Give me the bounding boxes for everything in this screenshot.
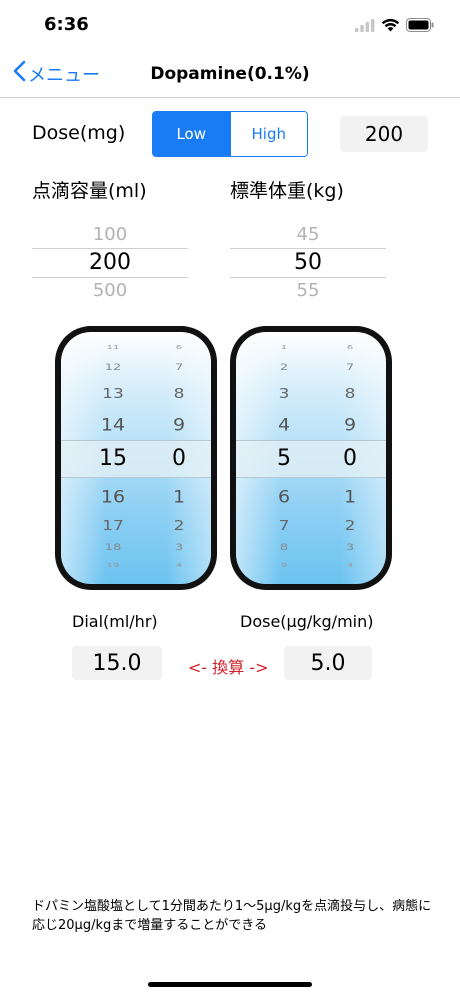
- dose-level-segmented-control: Low High: [152, 111, 308, 157]
- drum-digit: 8: [279, 542, 289, 553]
- navigation-bar: メニュー Dopamine(0.1%): [0, 50, 460, 98]
- drum-digit: 7: [174, 362, 184, 373]
- dial-rate-value: 15.0: [72, 646, 162, 680]
- home-indicator: [148, 982, 312, 987]
- drum-face: 11 12 13 14 15 16 17 18 19 678901234: [61, 332, 211, 584]
- cellular-signal-icon: [355, 17, 375, 36]
- drum-digit: 16: [100, 487, 126, 507]
- status-time: 6:36: [44, 14, 89, 35]
- drum-digit: 17: [102, 518, 124, 534]
- drum-digit: 1: [343, 487, 357, 507]
- dose-rate-value: 5.0: [284, 646, 372, 680]
- segment-low[interactable]: Low: [153, 112, 230, 156]
- status-icons: [355, 17, 434, 36]
- status-bar: 6:36: [0, 0, 460, 50]
- drum-digit: 4: [175, 562, 183, 569]
- drum-digit: 8: [344, 386, 356, 402]
- volume-picker-label: 点滴容量(ml): [32, 180, 147, 202]
- picker-option[interactable]: 100: [32, 222, 188, 248]
- drum-digit: 12: [104, 362, 122, 373]
- page-title: Dopamine(0.1%): [150, 64, 310, 84]
- drum-digit: 13: [102, 386, 124, 402]
- drum-digit: 14: [100, 415, 126, 435]
- drum-digit: 3: [345, 542, 355, 553]
- drum-selected-digit: 0: [343, 446, 357, 471]
- volume-picker[interactable]: 100 200 500: [32, 222, 188, 302]
- drum-digit: 2: [344, 518, 356, 534]
- dose-rate-label: Dose(μg/kg/min): [240, 612, 374, 631]
- dose-label: Dose(mg): [32, 122, 126, 144]
- weight-picker[interactable]: 45 50 55: [230, 222, 386, 302]
- drum-digit: 9: [343, 415, 357, 435]
- drum-digit: 3: [174, 542, 184, 553]
- segment-high[interactable]: High: [229, 112, 307, 156]
- drum-selected-digit: 0: [172, 446, 186, 471]
- weight-picker-label: 標準体重(kg): [230, 180, 344, 202]
- drum-digit: 6: [277, 487, 291, 507]
- dose-value-field[interactable]: 200: [340, 116, 428, 152]
- drum-digit: 1: [280, 344, 288, 351]
- drum-digit: 4: [277, 415, 291, 435]
- drum-digit: 4: [346, 562, 354, 569]
- drum-digit: 7: [278, 518, 290, 534]
- picker-option[interactable]: 45: [230, 222, 386, 248]
- drum-digit: 18: [104, 542, 122, 553]
- drum-digit: 1: [172, 487, 186, 507]
- dial-rate-label: Dial(ml/hr): [72, 612, 158, 631]
- drum-digit: 3: [278, 386, 290, 402]
- picker-option[interactable]: 500: [32, 278, 188, 304]
- drum-digit: 2: [279, 362, 289, 373]
- wifi-icon: [381, 17, 400, 36]
- dosage-note: ドパミン塩酸塩として1分間あたり1〜5μg/kgを点滴投与し、病態に応じ20μg…: [32, 899, 432, 933]
- picker-selected-option[interactable]: 50: [230, 248, 386, 278]
- drum-digit: 6: [346, 344, 354, 351]
- picker-selected-option[interactable]: 200: [32, 248, 188, 278]
- drum-digit: 7: [345, 362, 355, 373]
- drum-digit: 11: [106, 344, 120, 351]
- conversion-arrow-label: <- 換算 ->: [188, 658, 269, 677]
- battery-icon: [406, 17, 434, 36]
- drum-digit: 6: [175, 344, 183, 351]
- drum-digit: 9: [280, 562, 288, 569]
- dose-rate-drum[interactable]: 1 2 3 4 5 6 7 8 9 6 7 8 9 0 1 2 3 4: [230, 326, 392, 590]
- drum-face: 1 2 3 4 5 6 7 8 9 6 7 8 9 0 1 2 3 4: [236, 332, 386, 584]
- drum-digit: 2: [173, 518, 185, 534]
- drum-digit: 8: [173, 386, 185, 402]
- drum-digit: 19: [106, 562, 120, 569]
- picker-option[interactable]: 55: [230, 278, 386, 304]
- dial-rate-drum[interactable]: 11 12 13 14 15 16 17 18 19 678901234: [55, 326, 217, 590]
- drum-digit: 9: [172, 415, 186, 435]
- drum-selected-digit: 15: [99, 446, 127, 471]
- drum-selected-digit: 5: [277, 446, 291, 471]
